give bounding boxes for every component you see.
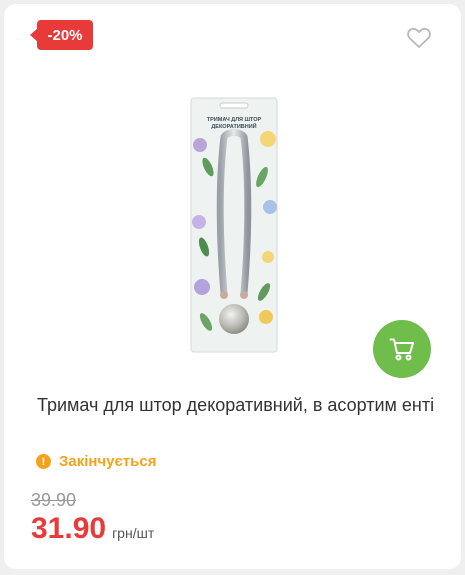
svg-text:ТРИМАЧ ДЛЯ ШТОР: ТРИМАЧ ДЛЯ ШТОР bbox=[207, 117, 262, 123]
add-to-cart-button[interactable] bbox=[373, 320, 431, 378]
favorite-button[interactable] bbox=[406, 26, 432, 50]
stock-status-label: Закінчується bbox=[59, 453, 157, 470]
heart-outline-icon bbox=[407, 27, 431, 48]
product-card[interactable]: -20% ТРИМАЧ ДЛЯ ШТОР ДЕКОРАТИВНИЙ Тримач… bbox=[4, 4, 461, 569]
svg-text:ДЕКОРАТИВНИЙ: ДЕКОРАТИВНИЙ bbox=[211, 122, 256, 130]
discount-label: -20% bbox=[47, 26, 83, 44]
shopping-cart-icon bbox=[389, 338, 414, 361]
old-price: 39.90 bbox=[31, 490, 77, 510]
product-image[interactable]: ТРИМАЧ ДЛЯ ШТОР ДЕКОРАТИВНИЙ bbox=[190, 97, 278, 353]
stock-status: ! Закінчується bbox=[36, 453, 156, 470]
discount-badge: -20% bbox=[30, 20, 93, 50]
current-price-row: 31.90 грн/шт bbox=[31, 512, 154, 546]
current-price: 31.90 bbox=[31, 512, 107, 545]
price-unit: грн/шт bbox=[112, 525, 155, 541]
product-package-image: ТРИМАЧ ДЛЯ ШТОР ДЕКОРАТИВНИЙ bbox=[190, 97, 278, 353]
product-title[interactable]: Тримач для штор декоративний, в асортим … bbox=[37, 392, 437, 419]
exclamation-icon: ! bbox=[36, 454, 51, 469]
